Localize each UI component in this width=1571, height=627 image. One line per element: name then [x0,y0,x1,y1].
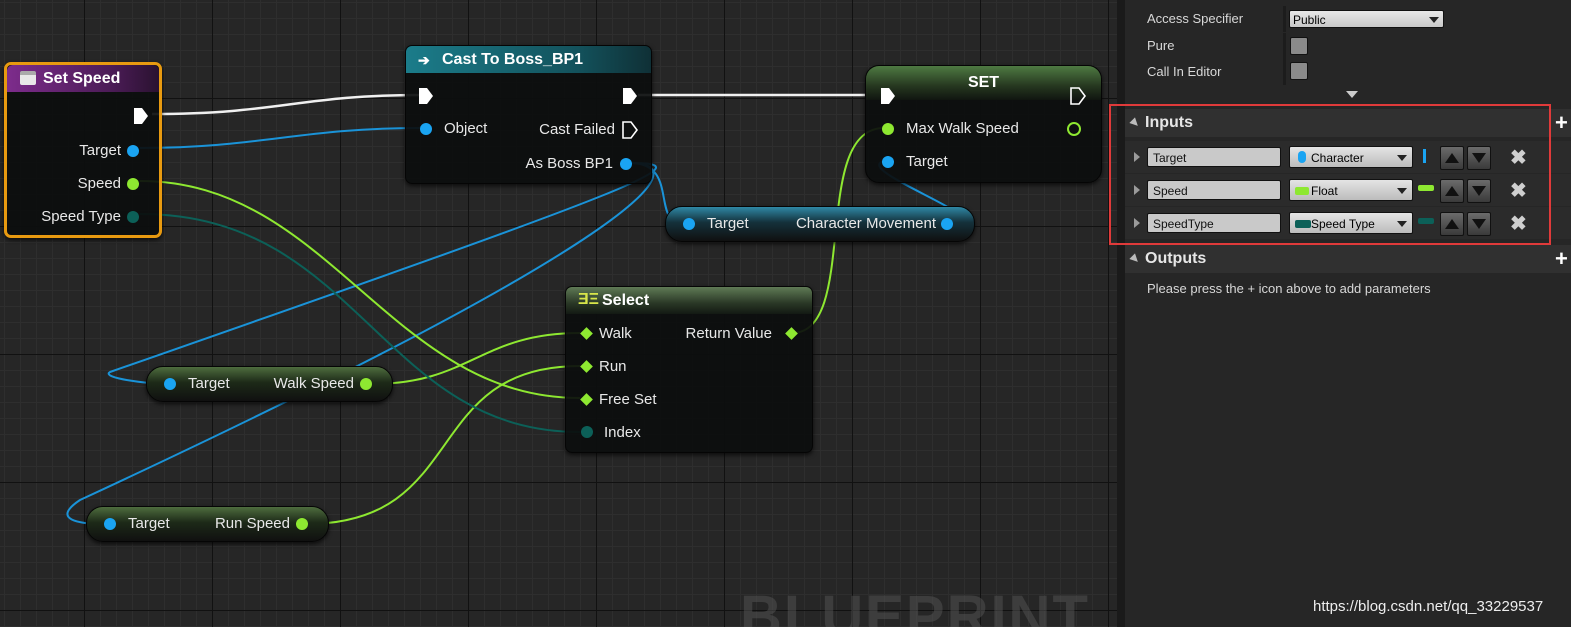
pin-label-as-boss: As Boss BP1 [525,155,613,172]
exec-out-pin[interactable] [622,87,638,105]
ws-output-pin[interactable] [360,378,372,390]
select-icon: ƎΞ [578,291,599,308]
exec-in-pin[interactable] [880,87,896,105]
blueprint-graph[interactable]: BLUEPRINT Set Speed Target Speed Speed T… [0,0,1117,627]
max-walk-speed-pin[interactable] [882,123,894,135]
select-header: Select [566,287,812,314]
set-variable-node[interactable]: SET Max Walk Speed Target [865,65,1102,183]
pin-label-object: Object [444,120,488,137]
outputs-section-header[interactable]: Outputs + [1125,245,1571,273]
walk-speed-node[interactable]: Target Walk Speed [146,366,393,402]
column-divider [1283,33,1286,59]
select-title: Select [602,292,650,309]
details-panel: Access Specifier Public Pure Call In Edi… [1125,0,1571,627]
source-watermark-url: https://blog.csdn.net/qq_33229537 [1313,598,1544,615]
pin-label-speed: Speed [77,175,121,192]
set-header: SET [866,66,1101,100]
set-target-pin[interactable] [882,156,894,168]
run-pin[interactable] [580,360,593,373]
rs-output-pin[interactable] [296,518,308,530]
pin-label-max-walk-speed: Max Walk Speed [906,120,1019,137]
pin-label-cast-failed: Cast Failed [539,121,615,138]
exec-wire [151,93,421,116]
inputs-highlight-box [1109,104,1551,245]
object-pin[interactable] [420,123,432,135]
cast-icon: ➔ [418,52,430,68]
walk-speed-wire [371,332,581,385]
rs-target-pin[interactable] [104,518,116,530]
return-value-pin[interactable] [785,327,798,340]
cm-output-label: Character Movement [795,215,936,232]
blueprint-watermark: BLUEPRINT [740,584,1090,627]
max-walk-speed-out-pin[interactable] [1067,122,1081,136]
outputs-hint: Please press the + icon above to add par… [1147,281,1431,296]
outputs-title: Outputs [1145,250,1207,267]
advanced-expand-arrow[interactable] [1346,91,1358,98]
add-output-button[interactable]: + [1555,246,1568,272]
target-pin[interactable] [127,145,139,157]
access-specifier-row: Access Specifier Public [1125,6,1571,32]
ws-target-pin[interactable] [164,378,176,390]
exec-out-pin[interactable] [133,107,149,125]
cm-target-pin[interactable] [683,218,695,230]
panel-splitter[interactable] [1117,0,1125,627]
as-boss-pin[interactable] [620,158,632,170]
walk-pin[interactable] [580,327,593,340]
run-speed-node[interactable]: Target Run Speed [86,506,329,542]
column-divider [1283,6,1286,32]
cast-header: Cast To Boss_BP1 [406,46,651,73]
call-in-editor-checkbox[interactable] [1290,62,1308,80]
access-specifier-dropdown[interactable]: Public [1289,10,1444,28]
pure-label: Pure [1147,38,1175,53]
access-specifier-value: Public [1293,13,1326,27]
index-pin[interactable] [581,426,593,438]
call-in-editor-label: Call In Editor [1147,64,1222,79]
select-node[interactable]: Select ƎΞ Walk Return Value Run Free Set… [565,286,813,453]
speed-type-pin[interactable] [127,211,139,223]
collapse-arrow-icon [1129,253,1141,265]
pin-label-index: Index [604,424,641,441]
pin-label-return-value: Return Value [685,325,772,342]
speed-pin[interactable] [127,178,139,190]
chevron-down-icon [1429,17,1439,23]
cast-to-boss-node[interactable]: Cast To Boss_BP1 ➔ Object Cast Failed As… [405,45,652,184]
pin-label-walk: Walk [599,325,632,342]
character-movement-node[interactable]: Target Character Movement [665,206,975,242]
pure-checkbox[interactable] [1290,37,1308,55]
column-divider [1283,59,1286,85]
rs-output-label: Run Speed [214,515,290,532]
set-title: SET [967,74,1000,91]
pure-row: Pure [1125,33,1571,59]
set-speed-node[interactable]: Set Speed Target Speed Speed Type [4,62,162,238]
cm-target-label: Target [707,215,749,232]
exec-out-pin[interactable] [1070,87,1086,105]
cast-title: Cast To Boss_BP1 [442,51,584,68]
cast-failed-pin[interactable] [622,121,638,139]
set-speed-title: Set Speed [43,70,121,87]
free-set-pin[interactable] [580,393,593,406]
add-input-button[interactable]: + [1555,110,1568,136]
access-specifier-label: Access Specifier [1147,11,1244,26]
pin-label-target: Target [79,142,121,159]
ws-output-label: Walk Speed [273,375,354,392]
cm-output-pin[interactable] [941,218,953,230]
pin-label-set-target: Target [906,153,948,170]
pin-label-free-set: Free Set [599,391,657,408]
pin-label-run: Run [599,358,627,375]
call-in-editor-row: Call In Editor [1125,59,1571,85]
ws-target-label: Target [188,375,230,392]
pin-label-speed-type: Speed Type [41,208,121,225]
target-object-wire [139,127,421,149]
function-icon [20,71,36,85]
rs-target-label: Target [128,515,170,532]
exec-in-pin[interactable] [418,87,434,105]
